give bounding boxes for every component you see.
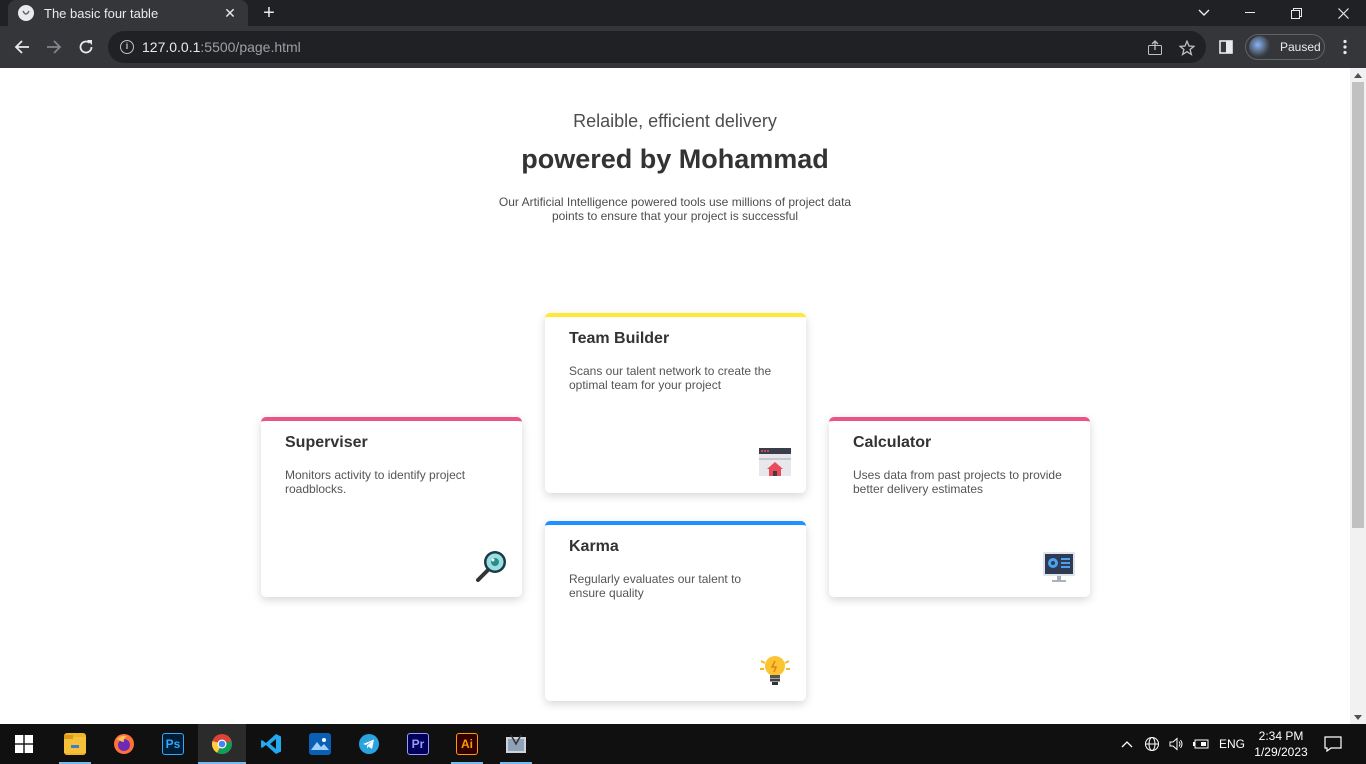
monitor-icon xyxy=(1042,549,1076,583)
taskbar-clock[interactable]: 2:34 PM 1/29/2023 xyxy=(1246,728,1316,760)
close-window-button[interactable] xyxy=(1320,0,1366,26)
scroll-up-arrow-icon[interactable] xyxy=(1354,73,1362,78)
profile-status: Paused xyxy=(1280,40,1321,54)
taskbar-firefox[interactable] xyxy=(100,724,148,764)
avatar xyxy=(1249,36,1271,58)
menu-kebab-icon[interactable] xyxy=(1333,35,1357,59)
card-title: Calculator xyxy=(853,434,932,451)
taskbar-photos[interactable] xyxy=(296,724,344,764)
card-title: Karma xyxy=(569,538,619,555)
page-title: powered by Mohammad xyxy=(521,144,829,174)
taskbar-file-explorer[interactable] xyxy=(51,724,99,764)
site-info-icon[interactable]: i xyxy=(120,40,134,54)
taskbar-illustrator[interactable]: Ai xyxy=(443,724,491,764)
browser-toolbar: i 127.0.0.1:5500/page.html Paused xyxy=(0,26,1366,68)
notification-center-icon[interactable] xyxy=(1324,724,1342,764)
vertical-scrollbar[interactable] xyxy=(1350,68,1366,724)
taskbar-premiere[interactable]: Pr xyxy=(394,724,442,764)
input-language[interactable]: ENG xyxy=(1219,724,1245,764)
clock-time: 2:34 PM xyxy=(1258,729,1304,743)
card-team-builder: Team Builder Scans our talent network to… xyxy=(545,313,806,493)
photoshop-icon: Ps xyxy=(162,733,184,755)
restore-button[interactable] xyxy=(1273,0,1319,26)
card-karma: Karma Regularly evaluates our talent to … xyxy=(545,521,806,701)
team-builder-icon xyxy=(758,445,792,479)
card-superviser: Superviser Monitors activity to identify… xyxy=(261,417,522,597)
profile-button[interactable]: Paused xyxy=(1245,34,1325,60)
taskbar-vscode[interactable] xyxy=(247,724,295,764)
clock-date: 1/29/2023 xyxy=(1254,745,1308,759)
side-panel-icon[interactable] xyxy=(1214,35,1238,59)
firefox-icon xyxy=(113,733,135,755)
magnifier-icon xyxy=(474,549,508,583)
tab-strip: The basic four table ✕ + xyxy=(0,0,1366,26)
page-subheading: Relaible, efficient delivery xyxy=(573,111,777,131)
illustrator-icon: Ai xyxy=(456,733,478,755)
share-icon[interactable] xyxy=(1146,39,1164,57)
scroll-down-arrow-icon[interactable] xyxy=(1354,715,1362,720)
show-hidden-icons-icon[interactable] xyxy=(1121,724,1133,764)
taskbar-photoshop[interactable]: Ps xyxy=(149,724,197,764)
minimize-button[interactable] xyxy=(1227,0,1273,26)
url-host: 127.0.0.1 xyxy=(142,39,201,55)
taskbar-chrome[interactable] xyxy=(198,724,246,764)
back-button[interactable] xyxy=(10,35,34,59)
card-description: Monitors activity to identify project ro… xyxy=(285,468,466,496)
network-globe-icon[interactable] xyxy=(1144,724,1160,764)
lightbulb-icon xyxy=(758,653,792,687)
page-content: Relaible, efficient delivery powered by … xyxy=(0,68,1350,724)
battery-icon[interactable] xyxy=(1192,724,1210,764)
browser-tab[interactable]: The basic four table ✕ xyxy=(8,0,248,26)
card-description: Uses data from past projects to provide … xyxy=(853,468,1062,496)
tab-search-icon[interactable] xyxy=(1181,0,1227,26)
start-button[interactable] xyxy=(0,724,48,764)
file-explorer-icon xyxy=(64,733,86,755)
premiere-icon: Pr xyxy=(407,733,429,755)
forward-button[interactable] xyxy=(42,35,66,59)
favicon-icon xyxy=(18,5,34,21)
scrollbar-thumb[interactable] xyxy=(1352,82,1364,528)
new-tab-button[interactable]: + xyxy=(258,2,280,24)
page-intro: Our Artificial Intelligence powered tool… xyxy=(498,195,852,223)
tab-title: The basic four table xyxy=(44,5,159,21)
taskbar-telegram[interactable] xyxy=(345,724,393,764)
url-text: 127.0.0.1:5500/page.html xyxy=(142,39,301,55)
telegram-icon xyxy=(358,733,380,755)
tab-close-icon[interactable]: ✕ xyxy=(222,5,238,22)
url-path: :5500/page.html xyxy=(200,39,301,55)
chrome-icon xyxy=(211,733,233,755)
card-title: Superviser xyxy=(285,434,368,451)
photos-icon xyxy=(309,733,331,755)
bookmark-star-icon[interactable] xyxy=(1178,39,1196,57)
vscode-icon xyxy=(260,733,282,755)
address-bar[interactable]: i 127.0.0.1:5500/page.html xyxy=(108,31,1206,63)
card-description: Regularly evaluates our talent to ensure… xyxy=(569,572,742,600)
reload-button[interactable] xyxy=(74,35,98,59)
windows-taskbar: Ps Pr Ai ENG 2:34 PM 1/29/2023 xyxy=(0,724,1366,764)
snipping-tool-icon xyxy=(505,733,527,755)
card-description: Scans our talent network to create the o… xyxy=(569,364,772,392)
card-calculator: Calculator Uses data from past projects … xyxy=(829,417,1090,597)
taskbar-snipping-tool[interactable] xyxy=(492,724,540,764)
card-title: Team Builder xyxy=(569,330,670,347)
volume-icon[interactable] xyxy=(1168,724,1184,764)
